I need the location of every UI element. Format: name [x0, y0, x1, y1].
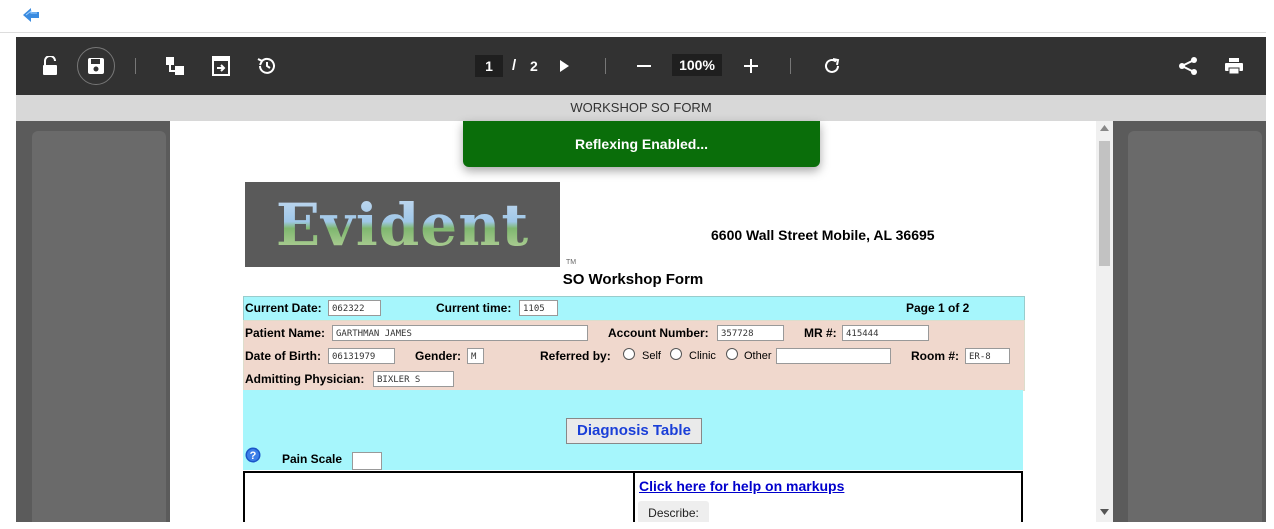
next-page-icon[interactable] [549, 51, 579, 81]
app-header [0, 0, 1266, 33]
toolbar-divider [605, 58, 606, 74]
patient-name-field[interactable]: GARTHMAN JAMES [332, 325, 588, 341]
logo-text: Evident [275, 190, 530, 259]
toolbar-divider [790, 58, 791, 74]
dob-label: Date of Birth: [245, 349, 321, 363]
referral-clinic-label: Clinic [689, 350, 716, 362]
dob-field[interactable]: 06131979 [328, 348, 395, 364]
referral-other-field[interactable] [776, 348, 891, 364]
current-page-input[interactable]: 1 [475, 55, 503, 77]
patient-name-label: Patient Name: [245, 326, 326, 340]
markup-help-link[interactable]: Click here for help on markups [639, 478, 844, 494]
back-arrow-icon[interactable] [22, 7, 40, 23]
unlock-icon[interactable] [35, 51, 65, 81]
current-time-field[interactable]: 1105 [519, 300, 558, 316]
date-row: Current Date: 062322 Current time: 1105 … [243, 296, 1025, 321]
pain-scale-label: Pain Scale [282, 452, 343, 466]
describe-label: Describe: [638, 501, 709, 522]
export-icon[interactable] [206, 51, 236, 81]
share-icon[interactable] [1173, 51, 1203, 81]
account-number-field[interactable]: 357728 [717, 325, 784, 341]
admitting-physician-field[interactable]: BIXLER S [373, 371, 454, 387]
left-page-shadow [32, 131, 166, 522]
zoom-level[interactable]: 100% [672, 54, 722, 76]
right-page-shadow [1128, 131, 1262, 522]
diagnosis-table-button[interactable]: Diagnosis Table [566, 418, 702, 444]
current-date-field[interactable]: 062322 [328, 300, 381, 316]
referral-other-radio[interactable] [726, 348, 738, 360]
scroll-thumb[interactable] [1099, 141, 1110, 266]
pdf-viewer: 1 / 2 100% WORKSHOP SO FORM Evident TM 6… [16, 37, 1266, 522]
patient-info-section: Patient Name: GARTHMAN JAMES Account Num… [243, 320, 1025, 391]
evident-logo: Evident [245, 182, 560, 267]
rotate-icon[interactable] [817, 51, 847, 81]
viewer-toolbar: 1 / 2 100% [16, 37, 1266, 95]
current-date-label: Current Date: [245, 301, 322, 315]
page-separator: / [512, 57, 517, 74]
history-icon[interactable] [252, 51, 282, 81]
referral-other-label: Other [744, 350, 772, 362]
help-icon[interactable]: ? [245, 447, 261, 463]
mr-number-field[interactable]: 415444 [842, 325, 929, 341]
svg-text:?: ? [250, 450, 257, 462]
room-label: Room #: [911, 349, 959, 363]
zoom-out-icon[interactable] [629, 51, 659, 81]
referred-by-label: Referred by: [540, 349, 611, 363]
referral-self-radio[interactable] [623, 348, 635, 360]
pdf-page: Evident TM 6600 Wall Street Mobile, AL 3… [170, 121, 1096, 522]
account-number-label: Account Number: [608, 326, 709, 340]
reflexing-toast: Reflexing Enabled... [463, 121, 820, 167]
pain-scale-field[interactable] [352, 452, 382, 470]
total-pages: 2 [530, 58, 538, 74]
address: 6600 Wall Street Mobile, AL 36695 [711, 227, 935, 243]
table-divider [633, 471, 635, 522]
page-indicator: Page 1 of 2 [906, 301, 970, 315]
print-icon[interactable] [1219, 51, 1249, 81]
document-title: WORKSHOP SO FORM [16, 95, 1266, 121]
toolbar-divider [135, 58, 136, 74]
vertical-scrollbar[interactable] [1096, 121, 1113, 522]
current-time-label: Current time: [436, 301, 512, 315]
zoom-in-icon[interactable] [736, 51, 766, 81]
form-title: SO Workshop Form [562, 271, 704, 288]
referral-self-label: Self [642, 350, 661, 362]
save-icon[interactable] [77, 47, 115, 85]
gender-field[interactable]: M [467, 348, 484, 364]
fit-page-icon[interactable] [160, 51, 190, 81]
trademark: TM [566, 259, 577, 266]
mr-label: MR #: [804, 326, 837, 340]
scroll-down-icon[interactable] [1100, 509, 1109, 515]
gender-label: Gender: [415, 349, 462, 363]
scroll-up-icon[interactable] [1100, 125, 1109, 131]
referral-clinic-radio[interactable] [670, 348, 682, 360]
admitting-physician-label: Admitting Physician: [245, 372, 365, 386]
room-field[interactable]: ER-8 [965, 348, 1010, 364]
